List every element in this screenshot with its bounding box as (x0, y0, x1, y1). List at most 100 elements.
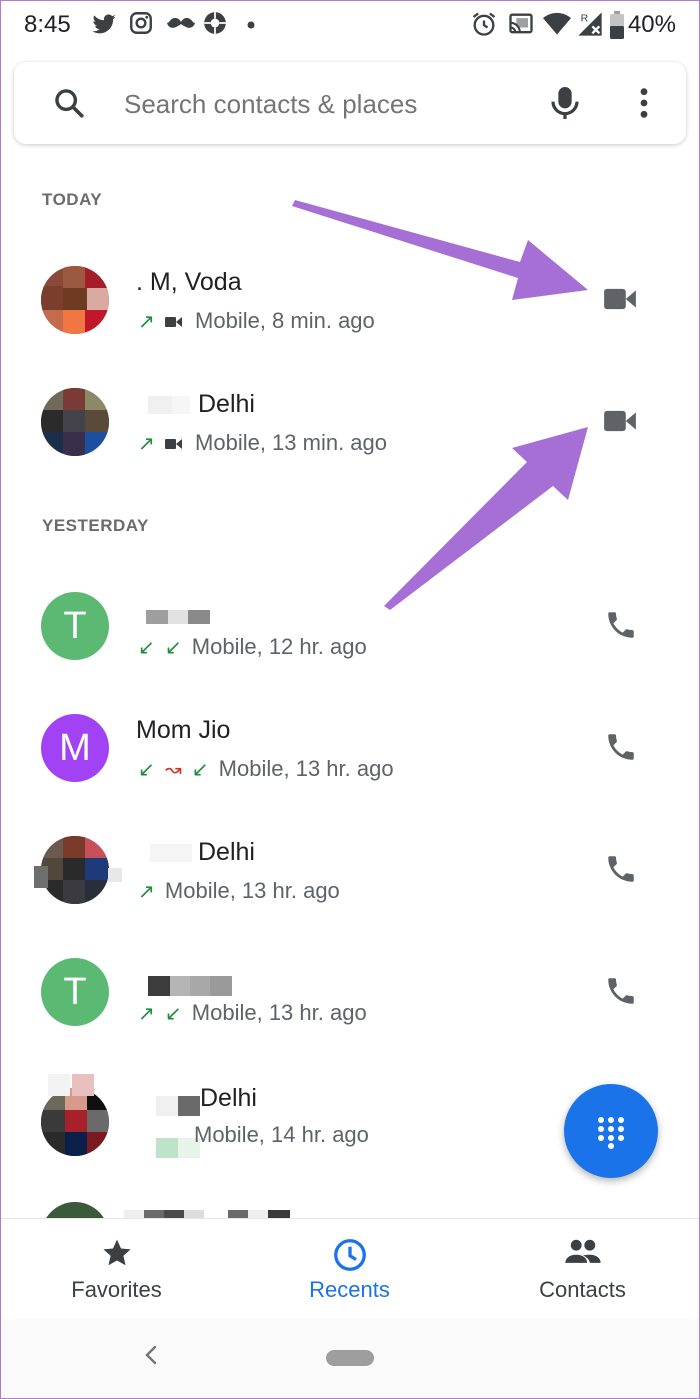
tab-label: Recents (309, 1277, 390, 1302)
redacted-block (146, 610, 168, 624)
redacted-block (148, 396, 172, 414)
redacted-block (190, 976, 210, 996)
call-row[interactable]: T ↙ ↙ Mobile, 12 hr. ago (0, 570, 700, 680)
contact-name: Delhi (198, 838, 255, 866)
battery-percent: 40% (627, 11, 676, 38)
redacted-block (164, 1210, 184, 1218)
avatar (41, 1088, 109, 1156)
call-detail-text: Mobile, 12 hr. ago (191, 634, 367, 659)
tab-contacts[interactable]: Contacts (466, 1219, 699, 1319)
instagram-icon (130, 12, 152, 34)
redacted-block (124, 1210, 144, 1218)
back-icon[interactable] (141, 1343, 161, 1367)
call-detail-text: Mobile, 8 min. ago (195, 308, 375, 333)
home-pill[interactable] (326, 1350, 374, 1366)
call-row[interactable]: M Mom Jio ↙ ↝ ↙ Mobile, 13 hr. ago (0, 692, 700, 802)
signal-icon: R (578, 12, 602, 36)
incoming-call-icon: ↙ (191, 759, 209, 781)
redacted-block (248, 1210, 268, 1218)
avatar-letter: M (59, 727, 91, 769)
video-call-icon[interactable] (602, 286, 638, 312)
alarm-icon (472, 12, 496, 36)
section-header-yesterday: YESTERDAY (42, 516, 149, 535)
incoming-call-icon: ↙ (164, 1003, 182, 1025)
call-detail: ↗ Mobile, 13 hr. ago (138, 878, 340, 904)
redacted-block (150, 844, 192, 862)
call-detail: ↗ Mobile, 13 min. ago (138, 430, 387, 456)
avatar: T (41, 958, 109, 1026)
system-navigation-bar (0, 1318, 700, 1399)
dialpad-button[interactable] (564, 1084, 658, 1178)
redacted-block (170, 976, 190, 996)
redacted-block (144, 1210, 164, 1218)
star-icon (102, 1239, 131, 1266)
notification-dot-icon (247, 21, 255, 29)
clock-icon (333, 1239, 366, 1271)
call-row[interactable]: Delhi ↗ Mobile, 13 hr. ago (0, 814, 700, 924)
avatar-letter: T (63, 971, 87, 1013)
video-call-icon[interactable] (602, 408, 638, 434)
avatar: T (41, 592, 109, 660)
contact-name: . M, Voda (136, 268, 242, 296)
phone-icon[interactable] (604, 730, 638, 764)
tab-label: Contacts (539, 1277, 626, 1302)
status-time: 8:45 (24, 11, 71, 38)
tab-recents[interactable]: Recents (233, 1219, 466, 1319)
people-icon (564, 1239, 601, 1263)
avatar (41, 836, 109, 904)
redacted-block (184, 1210, 204, 1218)
more-options-icon[interactable] (636, 86, 652, 120)
call-row[interactable]: Delhi ↗ Mobile, 13 min. ago (0, 366, 700, 476)
avatar (41, 388, 109, 456)
call-detail: ↙ ↝ ↙ Mobile, 13 hr. ago (138, 756, 394, 782)
mustache-icon (167, 18, 195, 28)
search-icon[interactable] (52, 86, 86, 120)
redacted-block (268, 1210, 290, 1218)
incoming-call-icon: ↙ (138, 637, 155, 659)
incoming-call-icon: ↙ (164, 637, 182, 659)
call-detail-text: Mobile, 14 hr. ago (194, 1122, 369, 1147)
aperture-icon (204, 12, 226, 34)
call-detail: ↗ Mobile, 8 min. ago (138, 308, 375, 334)
battery-icon (610, 11, 624, 39)
wifi-icon (543, 12, 571, 35)
redacted-block (172, 396, 190, 414)
phone-icon[interactable] (604, 608, 638, 642)
redacted-block (156, 1138, 178, 1158)
search-input[interactable] (122, 84, 526, 124)
status-bar: 8:45 R 40% (0, 0, 700, 52)
redacted-block (108, 868, 122, 882)
phone-icon[interactable] (604, 974, 638, 1008)
redacted-block (34, 866, 48, 888)
tab-label: Favorites (71, 1277, 162, 1302)
section-header-today: TODAY (42, 190, 103, 209)
contact-name: Mom Jio (136, 716, 231, 744)
call-detail-text: Mobile, 13 hr. ago (191, 1000, 367, 1025)
redacted-block (188, 610, 210, 624)
call-detail: Mobile, 14 hr. ago (194, 1122, 384, 1148)
missed-call-icon: ↝ (164, 759, 182, 781)
contact-name: Delhi (200, 1084, 257, 1112)
outgoing-call-icon: ↗ (138, 1003, 155, 1025)
cast-icon (509, 13, 533, 34)
call-detail-text: Mobile, 13 hr. ago (218, 756, 394, 781)
call-row[interactable]: . M, Voda ↗ Mobile, 8 min. ago (0, 244, 700, 354)
call-row-partial[interactable] (0, 1180, 700, 1218)
avatar-letter: T (63, 605, 87, 647)
call-detail: ↗ ↙ Mobile, 13 hr. ago (138, 1000, 367, 1026)
contact-name: Delhi (198, 390, 255, 418)
call-row[interactable]: T ↗ ↙ Mobile, 13 hr. ago (0, 936, 700, 1046)
phone-icon[interactable] (604, 852, 638, 886)
search-bar[interactable] (14, 62, 686, 144)
redacted-block (156, 1096, 178, 1116)
microphone-icon[interactable] (549, 84, 581, 122)
redacted-block (168, 610, 188, 624)
redacted-block (72, 1074, 94, 1096)
outgoing-call-icon: ↗ (138, 311, 155, 333)
bottom-navigation: Favorites Recents Contacts (0, 1218, 700, 1319)
incoming-call-icon: ↙ (138, 759, 155, 781)
twitter-icon (92, 14, 116, 34)
redacted-block (228, 1210, 248, 1218)
call-detail: ↙ ↙ Mobile, 12 hr. ago (138, 634, 367, 660)
tab-favorites[interactable]: Favorites (0, 1219, 233, 1319)
